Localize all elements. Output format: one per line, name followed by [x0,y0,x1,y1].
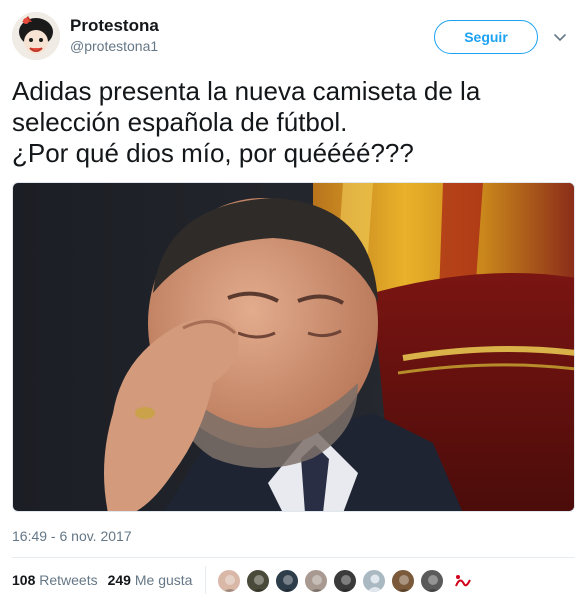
avatar-photo-icon[interactable] [420,569,444,593]
avatar-photo-icon[interactable] [304,569,328,593]
crying-man-photo [13,183,574,511]
avatar-photo-icon[interactable] [217,569,241,593]
chevron-down-icon[interactable] [552,30,568,46]
stats-separator [205,566,206,594]
follow-button[interactable]: Seguir [434,20,538,54]
likes-stat[interactable]: 249 Me gusta [108,572,193,588]
likes-label: Me gusta [134,572,193,588]
tweet-stats: 108 Retweets 249 Me gusta [12,572,202,588]
avatar-photo-icon[interactable] [246,569,270,593]
tweet-timestamp[interactable]: 16:49 - 6 nov. 2017 [12,528,132,544]
retweets-stat[interactable]: 108 Retweets [12,572,98,588]
user-name[interactable]: Protestona [70,16,159,36]
likes-count: 249 [107,572,131,588]
tweet-text-line: Adidas presenta la nueva camiseta de la [12,76,481,106]
avatar-photo-icon[interactable] [391,569,415,593]
tweet-header: Protestona @protestona1 Seguir [12,12,576,60]
avatar-default-icon[interactable] [362,569,386,593]
user-handle[interactable]: @protestona1 [70,38,158,54]
avatar-photo-icon[interactable] [333,569,357,593]
retweets-label: Retweets [39,572,98,588]
profile-avatar[interactable] [12,12,60,60]
tweet-text-line: ¿Por qué dios mío, por quéééé??? [12,138,414,168]
tweet-text-line: selección española de fútbol. [12,107,348,137]
mafalda-avatar-icon [12,12,60,60]
divider [12,557,575,558]
retweets-count: 108 [12,572,36,588]
tweet-photo[interactable] [12,182,575,512]
avatar-photo-icon[interactable] [275,569,299,593]
avatar-logo-icon[interactable] [449,569,473,593]
tweet-text: Adidas presenta la nueva camiseta de la … [12,76,572,169]
